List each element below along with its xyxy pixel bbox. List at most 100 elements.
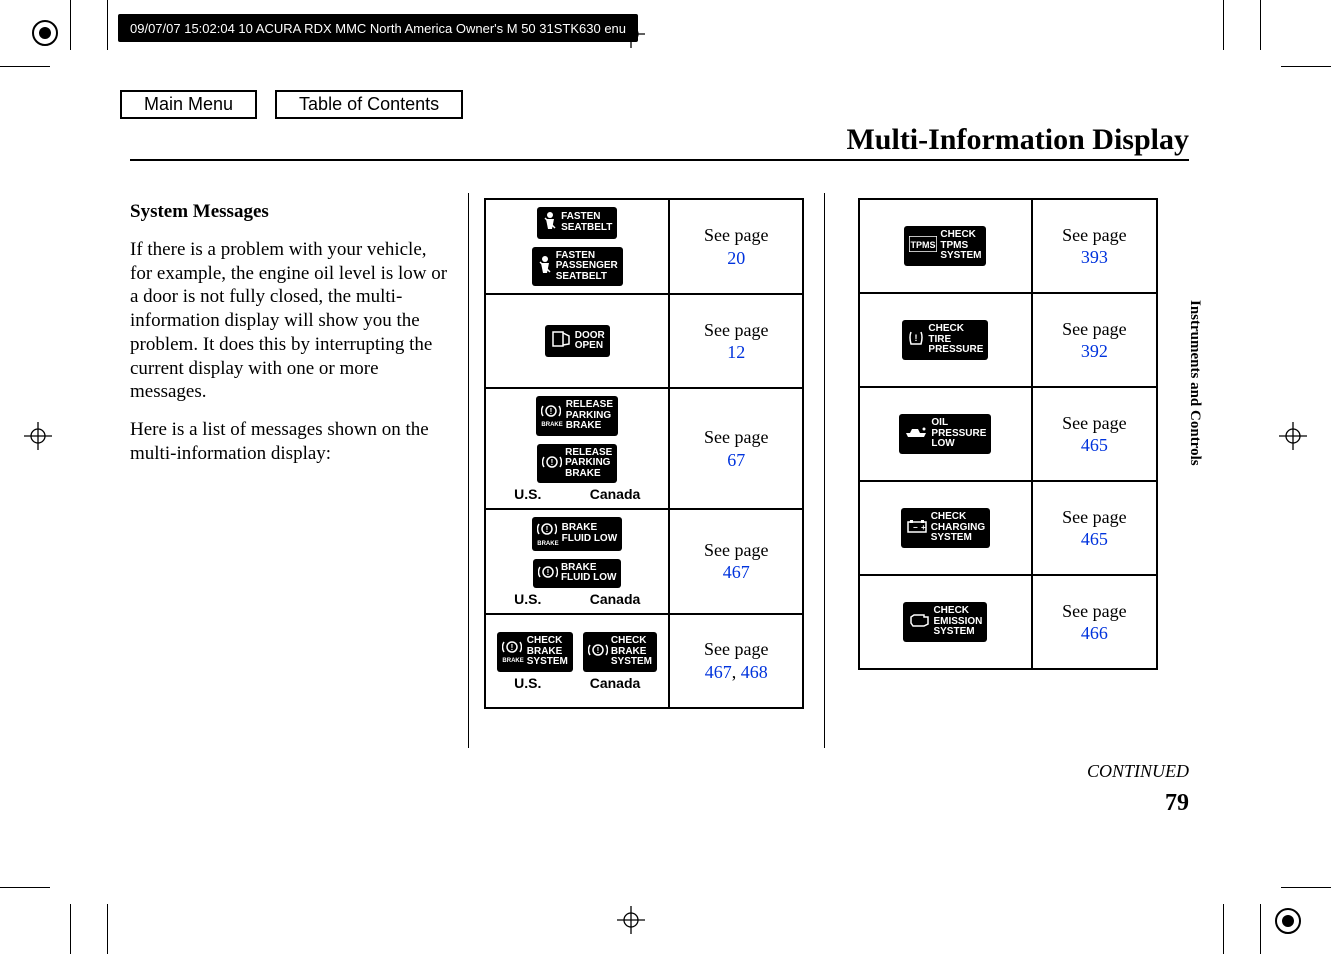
page-link[interactable]: 393 [1081,247,1108,267]
page-reference-cell: See page67 [669,388,803,509]
page-number: 79 [1165,790,1189,817]
indicator-cell: !BRAKERELEASE PARKING BRAKE!RELEASE PARK… [485,388,669,509]
tpms-box-icon: TPMS [909,236,937,256]
indicator-cell: !BRAKECHECK BRAKE SYSTEM! CHECK BRAKE SYS… [485,614,669,708]
registration-mark-icon [30,18,60,48]
indicator-cell: DOOR OPEN [485,294,669,388]
indicator-text: BRAKE FLUID LOW [561,563,617,584]
check-emission-system-icon [908,612,930,632]
brake-fluid-low-us-indicator: !BRAKEBRAKE FLUID LOW [532,517,622,551]
page-link[interactable]: 392 [1081,341,1108,361]
brake-fluid-low-canada-indicator: ! BRAKE FLUID LOW [533,559,622,588]
check-tire-pressure-icon: ! [907,329,925,351]
messages-table-left: FASTEN SEATBELTFASTEN PASSENGER SEATBELT… [484,198,804,709]
svg-text:!: ! [547,568,550,577]
page-link[interactable]: 467 [723,562,750,582]
page-link[interactable]: 467 [705,662,732,682]
indicator-text: FASTEN SEATBELT [561,212,612,233]
brake-warning-icon: !BRAKE [541,403,562,429]
page-reference-cell: See page12 [669,294,803,388]
page-reference-cell: See page466 [1032,575,1157,669]
crop-line [70,904,71,954]
table-row: FASTEN SEATBELTFASTEN PASSENGER SEATBELT… [485,199,803,294]
page-link[interactable]: 466 [1081,623,1108,643]
see-page-label: See page [676,426,796,449]
svg-text:TPMS: TPMS [911,240,936,250]
indicator-text: CHECK CHARGING SYSTEM [931,512,985,544]
check-brake-system-canada-icon: ! [588,642,608,662]
indicator-cell: !BRAKEBRAKE FLUID LOW!BRAKE FLUID LOWU.S… [485,509,669,614]
see-page-label: See page [676,539,796,562]
table-of-contents-button[interactable]: Table of Contents [275,90,463,119]
variant-label-us: U.S. [514,675,541,691]
crop-line [0,887,50,888]
table-row: OIL PRESSURE LOW See page465 [859,387,1157,481]
table-row: !BRAKECHECK BRAKE SYSTEM! CHECK BRAKE SYS… [485,614,803,708]
section-tab: Instruments and Controls [1186,300,1203,466]
document-metadata-text: 09/07/07 15:02:04 10 ACURA RDX MMC North… [130,21,626,36]
indicator-cell: TPMSCHECK TPMS SYSTEM [859,199,1032,293]
title-rule [130,159,1189,161]
fasten-passenger-seatbelt-icon [537,255,553,279]
check-brake-system-us-indicator: !BRAKECHECK BRAKE SYSTEM [497,632,572,672]
main-menu-button[interactable]: Main Menu [120,90,257,119]
svg-text:!: ! [511,643,514,652]
see-page-label: See page [1039,224,1150,247]
page-title: Multi-Information Display [846,123,1189,157]
check-tpms-system-indicator: TPMSCHECK TPMS SYSTEM [904,226,986,266]
messages-table-right: TPMSCHECK TPMS SYSTEMSee page393!CHECK T… [858,198,1158,670]
registration-mark-icon [1273,906,1303,936]
page-link[interactable]: 20 [727,248,745,268]
variant-label-canada: Canada [590,486,641,502]
page-link[interactable]: 465 [1081,529,1108,549]
release-parking-brake-canada-icon: ! [542,454,562,474]
table-row: −+CHECK CHARGING SYSTEM See page465 [859,481,1157,575]
see-page-label: See page [676,638,796,661]
see-page-label: See page [1039,506,1150,529]
crosshair-icon [617,906,645,934]
brake-fluid-low-canada-icon: ! [538,564,558,584]
crop-line [0,66,50,67]
page-link[interactable]: 468 [741,662,768,682]
continued-label: CONTINUED [1087,761,1189,782]
section-heading: System Messages [130,200,450,224]
svg-text:!: ! [597,646,600,655]
see-page-label: See page [1039,600,1150,623]
table-row: !BRAKERELEASE PARKING BRAKE!RELEASE PARK… [485,388,803,509]
crop-line [1281,887,1331,888]
crop-line [107,0,108,50]
page-reference-cell: See page20 [669,199,803,294]
indicator-text: DOOR OPEN [575,331,605,352]
indicator-text: OIL PRESSURE LOW [931,418,986,450]
svg-text:−: − [913,523,918,532]
indicator-text: CHECK BRAKE SYSTEM [527,636,568,668]
body-paragraph: If there is a problem with your vehicle,… [130,238,450,404]
indicator-text: BRAKE FLUID LOW [562,523,618,544]
column-guide [468,193,469,748]
page-reference-cell: See page392 [1032,293,1157,387]
indicator-cell: FASTEN SEATBELTFASTEN PASSENGER SEATBELT [485,199,669,294]
crop-line [1281,66,1331,67]
check-charging-system-indicator: −+CHECK CHARGING SYSTEM [901,508,990,548]
page-reference-cell: See page467 [669,509,803,614]
release-parking-brake-canada-indicator: !RELEASE PARKING BRAKE [537,444,617,484]
indicator-cell: !CHECK TIRE PRESSURE [859,293,1032,387]
column-guide [824,193,825,748]
crop-line [1223,904,1224,954]
indicator-text: RELEASE PARKING BRAKE [566,400,613,432]
crop-line [70,0,71,50]
oil-pressure-low-icon [904,425,928,443]
page-link[interactable]: 12 [727,342,745,362]
crop-line [1260,904,1261,954]
svg-text:!: ! [915,333,918,343]
table-row: TPMSCHECK TPMS SYSTEM See page393 [859,199,1157,293]
fasten-seatbelt-indicator: FASTEN SEATBELT [537,207,617,239]
page-link[interactable]: 465 [1081,435,1108,455]
variant-label-canada: Canada [590,591,641,607]
oil-pressure-low-indicator: OIL PRESSURE LOW [899,414,991,454]
see-page-label: See page [1039,412,1150,435]
table-row: !BRAKEBRAKE FLUID LOW!BRAKE FLUID LOWU.S… [485,509,803,614]
page-link[interactable]: 67 [727,450,745,470]
svg-text:!: ! [546,525,549,534]
release-parking-brake-us-indicator: !BRAKERELEASE PARKING BRAKE [536,396,618,436]
